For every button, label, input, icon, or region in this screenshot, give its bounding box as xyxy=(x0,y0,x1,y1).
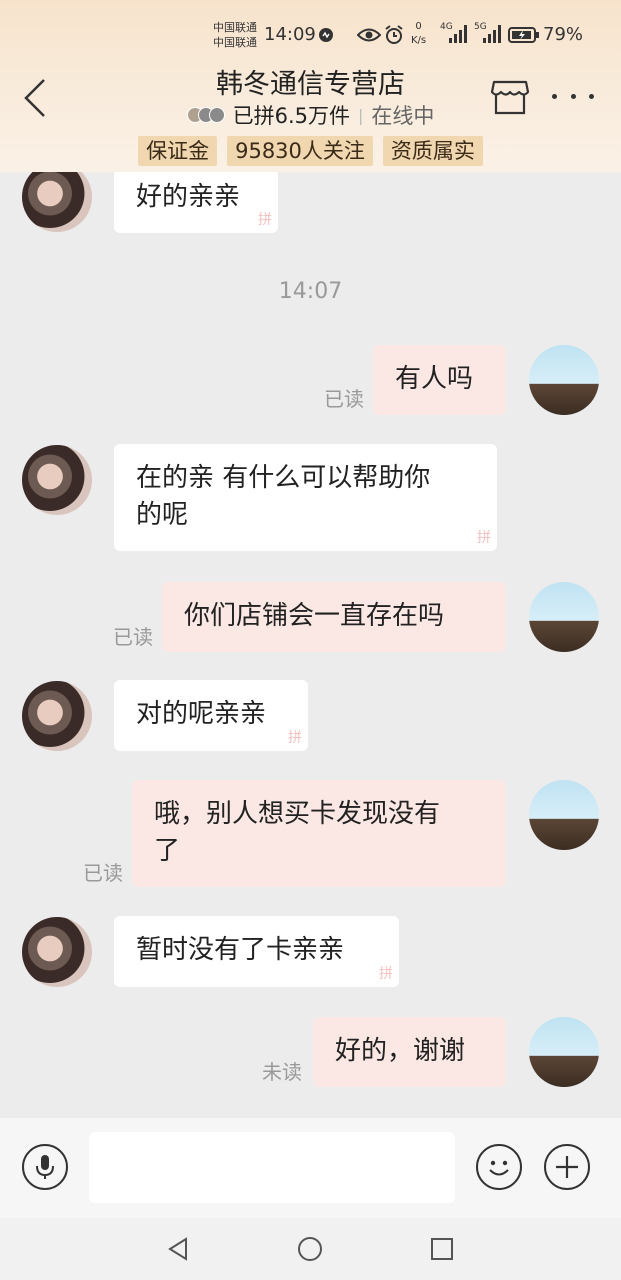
carrier-1: 中国联通 xyxy=(213,21,257,34)
signal-4g-icon: 4G xyxy=(440,22,470,44)
pin-watermark-icon: 拼 xyxy=(288,730,302,746)
online-status: 在线中 xyxy=(371,104,435,128)
badge-verified[interactable]: 资质属实 xyxy=(382,136,483,166)
shop-avatar[interactable] xyxy=(22,681,92,751)
pin-watermark-icon: 拼 xyxy=(379,966,393,982)
shop-badges: 保证金 95830人关注 资质属实 xyxy=(0,136,621,166)
my-avatar[interactable] xyxy=(529,780,599,850)
pin-watermark-icon: 拼 xyxy=(258,212,272,228)
message-bubble-out[interactable]: 好的，谢谢 xyxy=(313,1017,506,1087)
message-text-line: 的呢 xyxy=(136,500,189,530)
input-bar xyxy=(0,1118,621,1218)
signal-5g-icon: 5G xyxy=(474,22,504,44)
shop-avatar[interactable] xyxy=(22,172,92,232)
status-bar: 中国联通 中国联通 14:09 0 K/s 4G 5G 79% xyxy=(0,14,621,54)
eye-icon xyxy=(357,28,381,42)
store-icon[interactable] xyxy=(490,78,530,116)
sold-count: 已拼6.5万件 xyxy=(232,104,350,128)
badge-deposit[interactable]: 保证金 xyxy=(138,136,218,166)
message-text-line: 哦，别人想买卡发现没有 xyxy=(154,799,441,829)
message-text: 你们店铺会一直存在吗 xyxy=(184,601,445,631)
message-text: 好的，谢谢 xyxy=(335,1036,466,1066)
message-text: 好的亲亲 xyxy=(136,182,241,212)
my-avatar[interactable] xyxy=(529,1017,599,1087)
message-input[interactable] xyxy=(89,1132,455,1203)
more-icon[interactable] xyxy=(552,84,594,108)
back-triangle-icon[interactable] xyxy=(166,1236,192,1262)
message-bubble-in[interactable]: 暂时没有了卡亲亲 拼 xyxy=(114,916,399,987)
pin-watermark-icon: 拼 xyxy=(477,530,491,546)
emoji-icon[interactable] xyxy=(476,1144,522,1190)
unread-status: 未读 xyxy=(262,1060,302,1084)
shop-avatar[interactable] xyxy=(22,445,92,515)
buyer-avatars xyxy=(186,107,225,123)
network-speed: 0 K/s xyxy=(411,21,427,46)
read-status: 已读 xyxy=(113,625,153,649)
system-nav-bar xyxy=(0,1218,621,1280)
message-text: 有人吗 xyxy=(395,364,474,394)
carrier-labels: 中国联通 中国联通 xyxy=(213,20,257,50)
microphone-icon[interactable] xyxy=(22,1144,68,1190)
message-bubble-out[interactable]: 你们店铺会一直存在吗 xyxy=(162,582,506,652)
media-notification-icon xyxy=(319,28,333,42)
plus-icon[interactable] xyxy=(544,1144,590,1190)
clock: 14:09 xyxy=(264,24,316,45)
message-text: 对的呢亲亲 xyxy=(136,699,267,729)
message-text-line: 在的亲 有什么可以帮助你 xyxy=(136,463,431,493)
battery-icon xyxy=(508,27,539,43)
shop-avatar[interactable] xyxy=(22,917,92,987)
alarm-icon xyxy=(385,25,403,44)
message-bubble-out[interactable]: 有人吗 xyxy=(373,345,506,415)
battery-percent: 79% xyxy=(543,24,584,45)
divider: | xyxy=(358,105,364,125)
read-status: 已读 xyxy=(83,861,123,885)
message-text: 暂时没有了卡亲亲 xyxy=(136,935,345,965)
carrier-2: 中国联通 xyxy=(213,36,257,49)
recents-square-icon[interactable] xyxy=(429,1236,455,1262)
time-separator: 14:07 xyxy=(278,279,343,304)
read-status: 已读 xyxy=(324,387,364,411)
message-text-line: 了 xyxy=(154,836,181,866)
home-circle-icon[interactable] xyxy=(297,1236,323,1262)
chat-header: 中国联通 中国联通 14:09 0 K/s 4G 5G 79% 韩冬通信专营店 … xyxy=(0,0,621,172)
badge-followers[interactable]: 95830人关注 xyxy=(227,136,373,166)
message-bubble-out[interactable]: 哦，别人想买卡发现没有 了 xyxy=(132,780,506,887)
message-bubble-in[interactable]: 对的呢亲亲 拼 xyxy=(114,680,308,751)
my-avatar[interactable] xyxy=(529,345,599,415)
message-bubble-in[interactable]: 在的亲 有什么可以帮助你 的呢 拼 xyxy=(114,444,497,551)
message-list[interactable]: 好的亲亲 拼 14:07 已读 有人吗 在的亲 有什么可以帮助你 的呢 拼 已读… xyxy=(0,172,621,1118)
my-avatar[interactable] xyxy=(529,582,599,652)
message-bubble-in[interactable]: 好的亲亲 拼 xyxy=(114,172,278,233)
